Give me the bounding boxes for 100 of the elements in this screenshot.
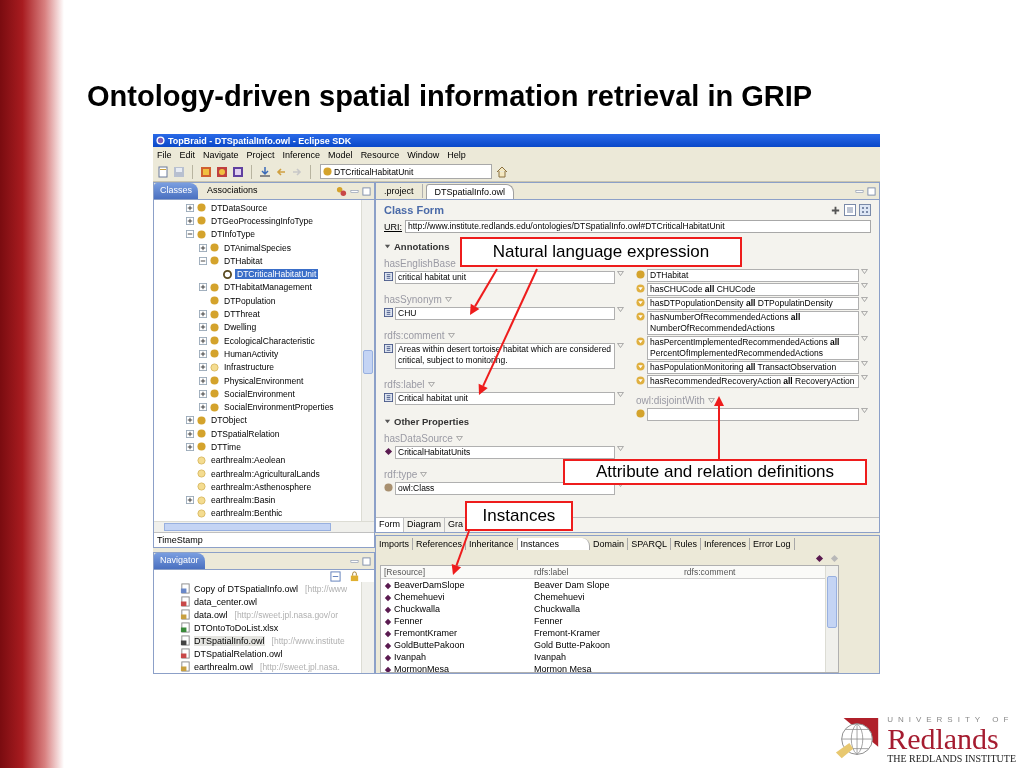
value-field[interactable]: hasPopulationMonitoring all TransactObservation: [647, 361, 859, 374]
expand-icon[interactable]: [186, 203, 194, 212]
tree-item[interactable]: EcologicalCharacteristic: [222, 335, 317, 346]
tree-item[interactable]: earthrealm:Asthenosphere: [209, 481, 314, 492]
column-header[interactable]: rdfs:label: [531, 567, 681, 577]
navigator-entry[interactable]: DTOntoToDoList.xlsx: [194, 622, 279, 633]
lock-icon[interactable]: [349, 570, 360, 582]
dropdown-icon[interactable]: [861, 361, 868, 366]
tree-item[interactable]: earthrealm:Basin: [209, 495, 278, 506]
tree-item[interactable]: Infrastructure: [222, 362, 277, 373]
expand-icon[interactable]: [186, 496, 194, 505]
dropdown-icon[interactable]: [427, 382, 435, 387]
menu-item[interactable]: File: [157, 149, 172, 160]
tree-item[interactable]: DTTime: [209, 442, 243, 452]
expand-icon[interactable]: [199, 323, 207, 332]
value-field[interactable]: hasRecommendedRecoveryAction all RecoveryAction: [647, 375, 859, 388]
value-field[interactable]: hasDTPopulationDensity all DTPopulatinDensity: [647, 297, 859, 310]
grid-view-icon[interactable]: [859, 204, 871, 216]
navigator-entry[interactable]: DTSpatialRelation.owl: [194, 648, 283, 659]
tree-item[interactable]: earthrealm:AgriculturalLands: [209, 468, 322, 479]
diamond-icon[interactable]: [815, 553, 824, 563]
filter-field[interactable]: TimeStamp: [154, 532, 374, 547]
back-arrow-icon[interactable]: [275, 165, 287, 178]
form-tab[interactable]: Diagram: [404, 518, 445, 532]
view-tab[interactable]: Domain: [590, 537, 629, 550]
menu-item[interactable]: Window: [407, 149, 440, 160]
tree-item[interactable]: DTDataSource: [209, 202, 270, 213]
view-tab[interactable]: Imports: [376, 537, 413, 550]
value-field[interactable]: Critical habitat unit: [395, 392, 615, 405]
view-tab[interactable]: SPARQL: [628, 537, 671, 550]
dropdown-icon[interactable]: [420, 472, 428, 477]
tree-item[interactable]: earthrealm:Benthic: [209, 508, 285, 519]
forward-arrow-icon[interactable]: [291, 165, 303, 178]
tree-item[interactable]: DTHabitat: [222, 255, 265, 266]
tree-item[interactable]: DTSpatialRelation: [209, 428, 282, 439]
dropdown-icon[interactable]: [861, 375, 868, 380]
value-field[interactable]: owl:Class: [395, 482, 615, 495]
dropdown-icon[interactable]: [617, 343, 624, 348]
dropdown-icon[interactable]: [707, 398, 715, 403]
maximize-icon[interactable]: [362, 556, 371, 566]
dropdown-icon[interactable]: [617, 307, 624, 312]
menu-item[interactable]: Resource: [360, 149, 400, 160]
column-header[interactable]: rdfs:comment: [681, 567, 825, 577]
tree-item[interactable]: DTAnimalSpecies: [222, 242, 293, 253]
dropdown-icon[interactable]: [617, 446, 624, 451]
list-view-icon[interactable]: [844, 204, 856, 216]
menu-item[interactable]: Project: [246, 149, 275, 160]
expand-icon[interactable]: [199, 403, 207, 412]
scrollbar[interactable]: [361, 200, 374, 521]
hierarchy-icon[interactable]: [336, 185, 347, 197]
view-tab[interactable]: Inferences: [701, 537, 751, 550]
save-icon[interactable]: [173, 165, 185, 178]
expand-icon[interactable]: [186, 416, 194, 425]
tree-item[interactable]: SocialEnvironmentProperties: [222, 402, 336, 413]
expand-icon[interactable]: [199, 376, 207, 385]
tree-item[interactable]: HumanActivity: [222, 348, 281, 359]
expand-icon[interactable]: [199, 336, 207, 345]
value-field[interactable]: critical habitat unit: [395, 271, 615, 284]
dropdown-icon[interactable]: [861, 269, 868, 274]
menu-item[interactable]: Inference: [282, 149, 321, 160]
view-tab[interactable]: Inheritance: [466, 537, 518, 550]
editor-tab[interactable]: .project: [376, 184, 423, 198]
tree-item[interactable]: Dwelling: [222, 322, 259, 333]
menu-item[interactable]: Model: [328, 149, 353, 160]
scrollbar[interactable]: [361, 582, 374, 673]
maximize-icon[interactable]: [867, 186, 876, 196]
value-field[interactable]: hasCHUCode all CHUCode: [647, 283, 859, 296]
dropdown-icon[interactable]: [447, 333, 455, 338]
dropdown-icon[interactable]: [861, 311, 868, 316]
tree-item[interactable]: DTInfoType: [209, 229, 257, 240]
tree-item[interactable]: DTThreat: [222, 309, 262, 319]
scrollbar[interactable]: [154, 521, 374, 532]
maximize-icon[interactable]: [362, 186, 371, 196]
view-tab[interactable]: Classes: [154, 183, 198, 199]
dropdown-icon[interactable]: [617, 392, 624, 397]
navigator-entry[interactable]: Copy of DTSpatialInfo.owl: [194, 583, 299, 594]
dropdown-icon[interactable]: [861, 336, 868, 341]
collapse-icon[interactable]: [384, 417, 391, 425]
tree-item[interactable]: PhysicalEnvironment: [222, 375, 306, 386]
scrollbar[interactable]: [825, 566, 838, 672]
uri-field[interactable]: http://www.institute.redlands.edu/ontologies/DTSpatialInfo.owl#DTCriticalHabitatUnit: [405, 220, 871, 233]
expand-icon[interactable]: [186, 429, 194, 438]
class-field[interactable]: DTCriticalHabitatUnit: [320, 164, 492, 179]
view-tab[interactable]: Navigator: [154, 553, 205, 569]
navigator-entry[interactable]: data_center.owl: [194, 596, 258, 607]
home-icon[interactable]: [496, 165, 508, 178]
value-field[interactable]: hasPercentImplementedRecommendedActions all PercentOfImplementedRecommendedActions: [647, 336, 859, 360]
view-tab[interactable]: Rules: [671, 537, 701, 550]
value-field[interactable]: CriticalHabitatUnits: [395, 446, 615, 459]
value-field[interactable]: CHU: [395, 307, 615, 320]
tree-item[interactable]: DTCriticalHabitatUnit: [235, 269, 319, 280]
value-field[interactable]: [647, 408, 859, 421]
expand-icon[interactable]: [186, 216, 194, 225]
dropdown-icon[interactable]: [861, 283, 868, 288]
collapse-all-icon[interactable]: [330, 570, 341, 582]
tree-item[interactable]: SocialEnvironment: [222, 388, 297, 399]
form-tab[interactable]: Form: [376, 518, 404, 532]
tree-item[interactable]: DTPopulation: [222, 295, 278, 306]
dropdown-icon[interactable]: [455, 436, 463, 441]
menu-item[interactable]: Help: [447, 149, 466, 160]
